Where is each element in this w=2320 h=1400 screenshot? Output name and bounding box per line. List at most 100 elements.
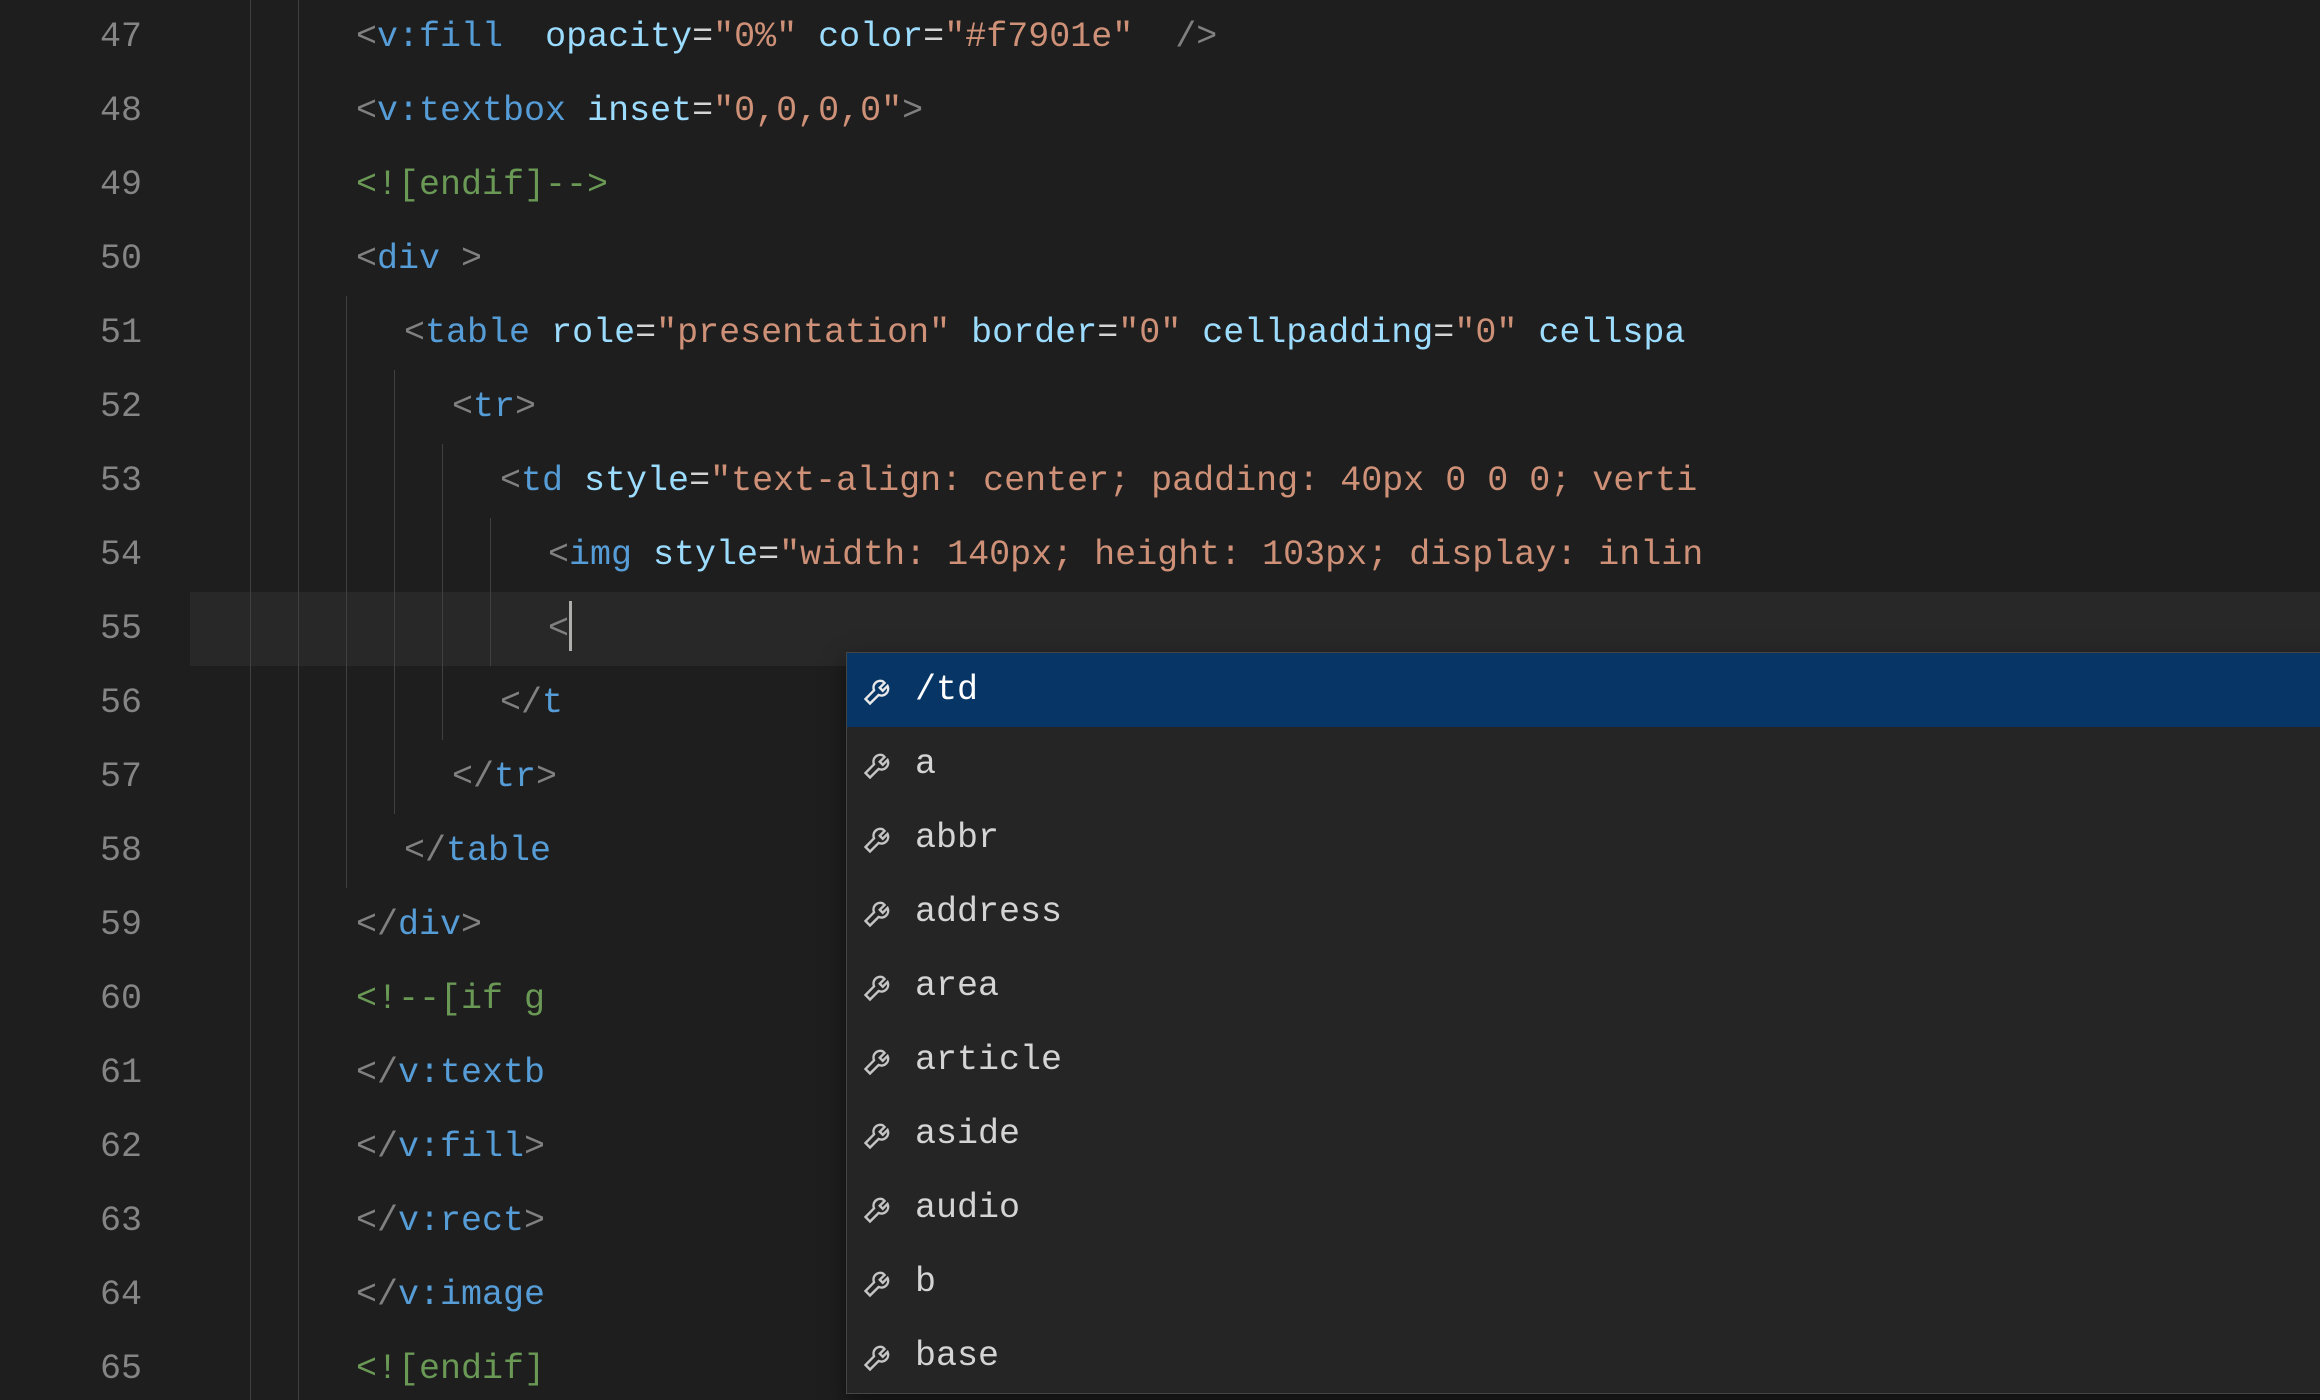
- text-cursor: [569, 601, 572, 651]
- code-text: <v:textbox inset="0,0,0,0">: [200, 91, 923, 131]
- code-editor[interactable]: 47484950515253545556575859606162636465 <…: [0, 0, 2320, 1400]
- indent-guide: [250, 814, 251, 888]
- code-text: <![endif]-->: [200, 165, 608, 205]
- indent-guide: [250, 1258, 251, 1332]
- autocomplete-item[interactable]: area: [847, 949, 2320, 1023]
- indent-guide: [490, 518, 491, 592]
- indent-guide: [250, 888, 251, 962]
- indent-guide: [250, 1036, 251, 1110]
- line-number: 53: [0, 444, 190, 518]
- indent-guide: [346, 370, 347, 444]
- indent-guide: [250, 0, 251, 74]
- indent-guide: [298, 0, 299, 74]
- indent-guide: [250, 666, 251, 740]
- indent-guide: [394, 518, 395, 592]
- indent-guide: [394, 444, 395, 518]
- autocomplete-popup[interactable]: /td a abbr address area article asideaudio b bas…: [846, 652, 2320, 1394]
- code-line[interactable]: <table role="presentation" border="0" ce…: [190, 296, 2320, 370]
- indent-guide: [250, 592, 251, 666]
- code-line[interactable]: <img style="width: 140px; height: 103px;…: [190, 518, 2320, 592]
- wrench-icon: [861, 1116, 897, 1152]
- line-number: 60: [0, 962, 190, 1036]
- indent-guide: [250, 222, 251, 296]
- line-number: 48: [0, 74, 190, 148]
- code-line[interactable]: <div >: [190, 222, 2320, 296]
- autocomplete-item[interactable]: b: [847, 1245, 2320, 1319]
- autocomplete-label: a: [915, 744, 936, 784]
- indent-guide: [298, 592, 299, 666]
- line-number: 58: [0, 814, 190, 888]
- indent-guide: [442, 592, 443, 666]
- autocomplete-label: abbr: [915, 818, 999, 858]
- indent-guide: [298, 296, 299, 370]
- indent-guide: [298, 814, 299, 888]
- autocomplete-item[interactable]: article: [847, 1023, 2320, 1097]
- wrench-icon: [861, 672, 897, 708]
- autocomplete-item[interactable]: base: [847, 1319, 2320, 1393]
- indent-guide: [298, 1110, 299, 1184]
- indent-guide: [298, 222, 299, 296]
- line-number: 52: [0, 370, 190, 444]
- code-text: </v:rect>: [200, 1201, 545, 1241]
- line-number: 62: [0, 1110, 190, 1184]
- wrench-icon: [861, 894, 897, 930]
- code-area[interactable]: <v:fill opacity="0%" color="#f7901e" /> <…: [190, 0, 2320, 1400]
- code-line[interactable]: <v:fill opacity="0%" color="#f7901e" />: [190, 0, 2320, 74]
- indent-guide: [250, 370, 251, 444]
- indent-guide: [250, 518, 251, 592]
- code-line[interactable]: <![endif]-->: [190, 148, 2320, 222]
- indent-guide: [250, 296, 251, 370]
- indent-guide: [250, 962, 251, 1036]
- indent-guide: [250, 740, 251, 814]
- code-text: <v:fill opacity="0%" color="#f7901e" />: [200, 17, 1217, 57]
- autocomplete-item[interactable]: address: [847, 875, 2320, 949]
- autocomplete-item[interactable]: aside: [847, 1097, 2320, 1171]
- line-number: 51: [0, 296, 190, 370]
- autocomplete-item[interactable]: a: [847, 727, 2320, 801]
- indent-guide: [298, 962, 299, 1036]
- autocomplete-item[interactable]: /td: [847, 653, 2320, 727]
- autocomplete-label: /td: [915, 670, 978, 710]
- indent-guide: [250, 444, 251, 518]
- autocomplete-item[interactable]: abbr: [847, 801, 2320, 875]
- indent-guide: [298, 148, 299, 222]
- code-line[interactable]: <v:textbox inset="0,0,0,0">: [190, 74, 2320, 148]
- code-text: </v:image: [200, 1275, 545, 1315]
- autocomplete-label: base: [915, 1336, 999, 1376]
- code-line[interactable]: <tr>: [190, 370, 2320, 444]
- indent-guide: [298, 444, 299, 518]
- autocomplete-label: address: [915, 892, 1062, 932]
- indent-guide: [298, 74, 299, 148]
- code-text: <: [200, 609, 572, 649]
- indent-guide: [298, 1036, 299, 1110]
- indent-guide: [298, 1258, 299, 1332]
- line-number: 50: [0, 222, 190, 296]
- indent-guide: [442, 518, 443, 592]
- autocomplete-label: b: [915, 1262, 936, 1302]
- code-text: </v:textb: [200, 1053, 545, 1093]
- line-number: 49: [0, 148, 190, 222]
- code-text: <table role="presentation" border="0" ce…: [200, 313, 1685, 353]
- line-number: 47: [0, 0, 190, 74]
- code-text: <img style="width: 140px; height: 103px;…: [200, 535, 1703, 575]
- line-number: 61: [0, 1036, 190, 1110]
- indent-guide: [298, 666, 299, 740]
- indent-guide: [250, 148, 251, 222]
- line-number: 55: [0, 592, 190, 666]
- indent-guide: [346, 814, 347, 888]
- indent-guide: [346, 296, 347, 370]
- code-text: <!--[if g: [200, 979, 545, 1019]
- indent-guide: [298, 370, 299, 444]
- wrench-icon: [861, 968, 897, 1004]
- code-line[interactable]: <td style="text-align: center; padding: …: [190, 444, 2320, 518]
- indent-guide: [298, 740, 299, 814]
- code-text: <td style="text-align: center; padding: …: [200, 461, 1697, 501]
- code-text: </div>: [200, 905, 482, 945]
- wrench-icon: [861, 1264, 897, 1300]
- indent-guide: [298, 888, 299, 962]
- autocomplete-label: article: [915, 1040, 1062, 1080]
- code-text: <![endif]: [200, 1349, 545, 1389]
- code-text: </t: [200, 683, 563, 723]
- indent-guide: [442, 444, 443, 518]
- autocomplete-item[interactable]: audio: [847, 1171, 2320, 1245]
